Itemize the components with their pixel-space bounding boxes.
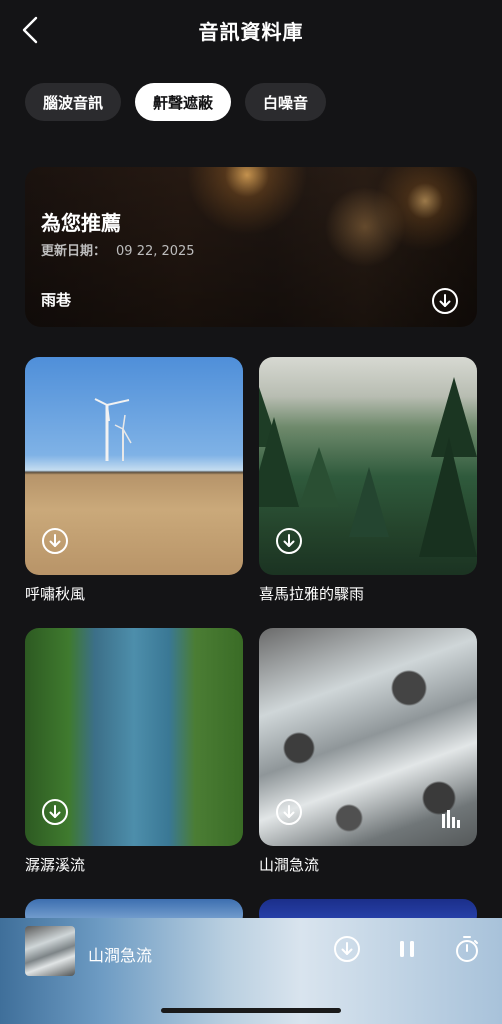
card-download-button[interactable] — [275, 798, 303, 830]
card-title: 呼嘯秋風 — [25, 585, 86, 603]
download-circle-icon — [334, 936, 360, 962]
player-track-title: 山澗急流 — [88, 946, 153, 965]
sound-card-babbling-creek[interactable] — [25, 628, 243, 846]
featured-track-title: 雨巷 — [41, 291, 72, 309]
featured-date-value: 09 22, 2025 — [116, 244, 195, 259]
sound-card-mountain-rapids[interactable] — [259, 628, 477, 846]
card-title: 山澗急流 — [259, 856, 320, 874]
equalizer-icon — [441, 808, 463, 832]
pause-button[interactable] — [392, 934, 422, 964]
home-indicator — [161, 1008, 341, 1013]
card-download-button[interactable] — [41, 527, 69, 559]
featured-date: 更新日期： 09 22, 2025 — [41, 240, 195, 259]
timer-icon — [456, 936, 478, 962]
featured-date-label: 更新日期： — [41, 244, 107, 259]
card-title: 潺潺溪流 — [25, 856, 86, 874]
sound-card-himalaya-rain[interactable] — [259, 357, 477, 575]
page-title: 音訊資料庫 — [198, 20, 304, 44]
featured-card[interactable]: 為您推薦 更新日期： 09 22, 2025 雨巷 — [25, 167, 477, 327]
featured-heading: 為您推薦 — [41, 211, 121, 235]
featured-download-button[interactable] — [431, 287, 459, 319]
sleep-timer-button[interactable] — [452, 934, 482, 964]
download-circle-icon — [432, 288, 458, 314]
category-tabs: 腦波音訊 鼾聲遮蔽 白噪音 — [25, 83, 327, 121]
sound-card-autumn-wind[interactable] — [25, 357, 243, 575]
tab-brainwave[interactable]: 腦波音訊 — [25, 83, 122, 121]
player-thumbnail — [25, 926, 75, 976]
card-download-button[interactable] — [275, 527, 303, 559]
download-circle-icon — [276, 799, 302, 825]
player-download-button[interactable] — [332, 934, 362, 964]
card-title: 喜馬拉雅的驟雨 — [259, 585, 365, 603]
pause-icon — [400, 941, 414, 957]
tab-white-noise[interactable]: 白噪音 — [245, 83, 327, 121]
download-circle-icon — [42, 799, 68, 825]
download-circle-icon — [276, 528, 302, 554]
download-circle-icon — [42, 528, 68, 554]
tab-snore-masking[interactable]: 鼾聲遮蔽 — [135, 83, 232, 121]
header: 音訊資料庫 — [0, 0, 502, 62]
card-download-button[interactable] — [41, 798, 69, 830]
